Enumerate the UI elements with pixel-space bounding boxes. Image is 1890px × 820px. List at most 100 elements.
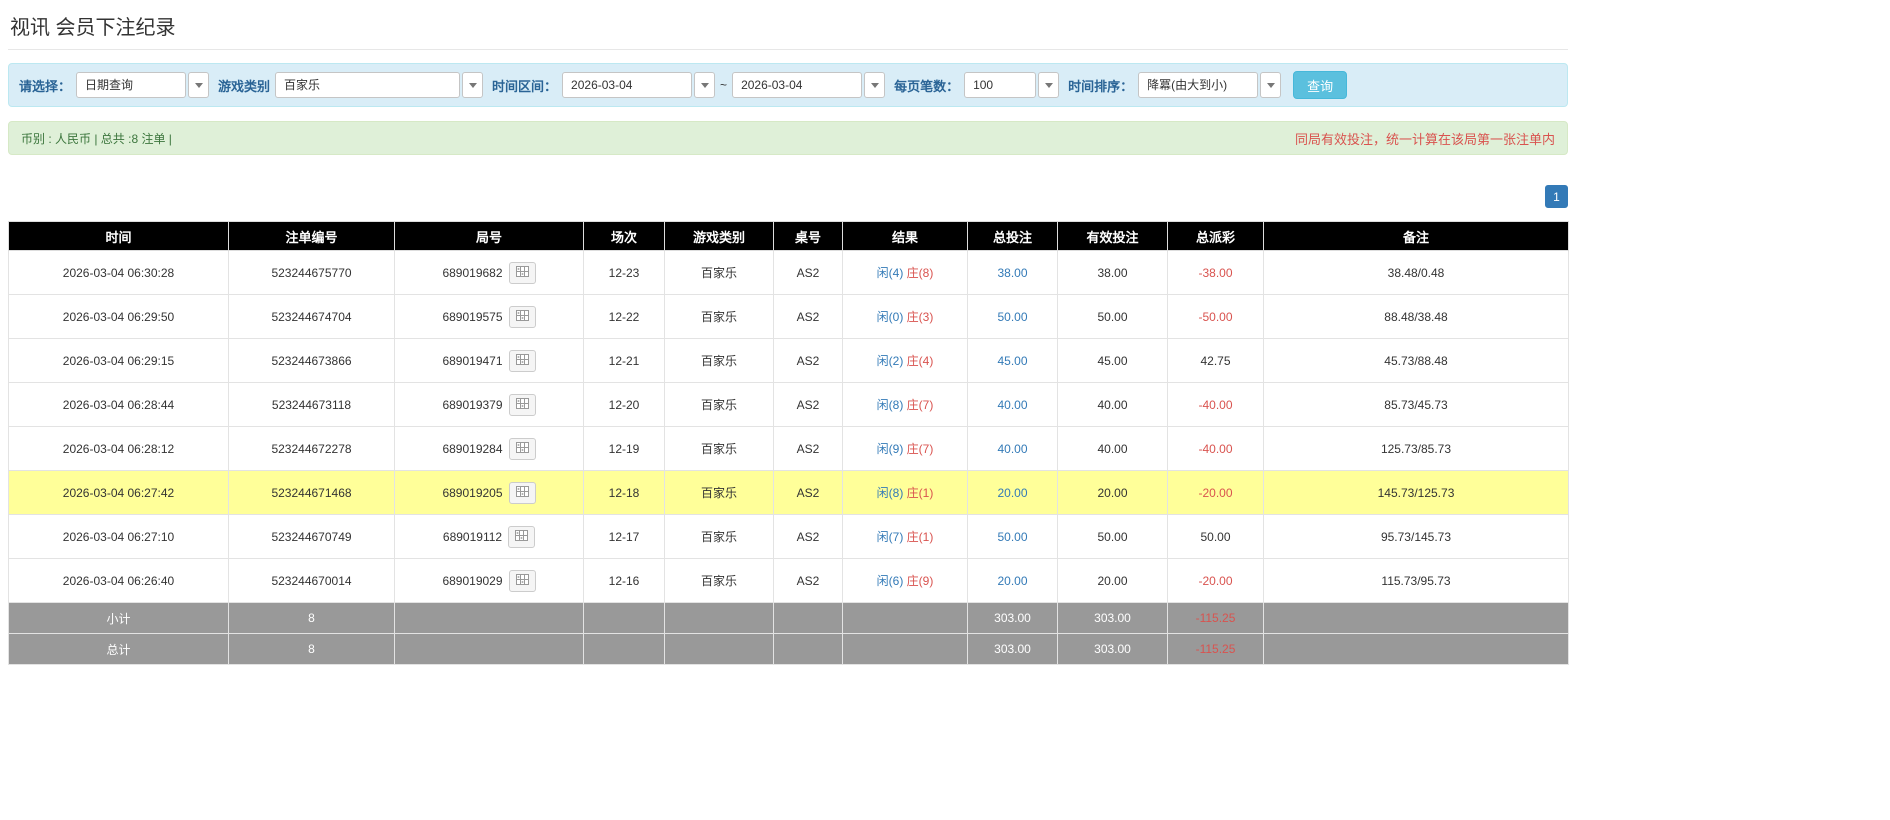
cell-game-type: 百家乐 (664, 558, 774, 603)
header-round-id: 局号 (394, 221, 584, 251)
cell-bet-id: 523244673118 (228, 382, 395, 427)
bet-records-table: 时间 注单编号 局号 场次 游戏类别 桌号 结果 总投注 有效投注 总派彩 备注… (8, 221, 1569, 665)
roadmap-icon (515, 573, 529, 588)
chevron-down-icon (468, 82, 477, 88)
banker-result: 庄(1) (906, 530, 934, 544)
empty-cell (394, 633, 584, 665)
roadmap-button[interactable] (508, 261, 536, 284)
header-bet-id: 注单编号 (228, 221, 395, 251)
cell-game-type: 百家乐 (664, 294, 774, 339)
roadmap-button[interactable] (508, 569, 536, 592)
page-content: 视讯 会员下注纪录 请选择： 日期查询 游戏类别 百家乐 时间区间： 2026-… (8, 0, 1569, 665)
time-sort-label: 时间排序： (1068, 78, 1134, 94)
roadmap-button[interactable] (508, 349, 536, 372)
roadmap-button[interactable] (508, 437, 536, 460)
empty-cell (773, 602, 843, 634)
subtotal-valid-bet: 303.00 (1057, 602, 1168, 634)
chevron-down-icon (870, 82, 879, 88)
roadmap-button[interactable] (508, 393, 536, 416)
cell-round-id: 689019575 (394, 294, 584, 339)
roadmap-icon (515, 353, 529, 368)
round-id-text: 689019112 (442, 529, 503, 544)
total-bet-link[interactable]: 20.00 (997, 486, 1027, 500)
payout-value: -40.00 (1198, 441, 1233, 456)
cell-table-no: AS2 (773, 250, 843, 295)
chevron-down-icon (1266, 82, 1275, 88)
empty-cell (394, 602, 584, 634)
date-from-dropdown-button[interactable] (694, 72, 716, 98)
cell-total-bet: 20.00 (967, 558, 1058, 603)
payout-value: -20.00 (1198, 485, 1233, 500)
cell-session: 12-17 (583, 514, 665, 559)
banker-result: 庄(1) (906, 486, 934, 500)
cell-session: 12-22 (583, 294, 665, 339)
header-time: 时间 (8, 221, 229, 251)
date-from-value[interactable]: 2026-03-04 (562, 72, 693, 98)
cell-result: 闲(2) 庄(4) (842, 338, 968, 383)
player-result: 闲(2) (876, 354, 904, 368)
cell-session: 12-18 (583, 470, 665, 515)
cell-time: 2026-03-04 06:30:28 (8, 250, 229, 295)
time-sort-value[interactable]: 降冪(由大到小) (1138, 72, 1259, 98)
total-total-bet: 303.00 (967, 633, 1058, 665)
round-id-text: 689019471 (442, 353, 503, 368)
cell-game-type: 百家乐 (664, 338, 774, 383)
date-range-separator: ~ (720, 78, 728, 92)
subtotal-payout: -115.25 (1167, 602, 1264, 634)
roadmap-icon (515, 441, 529, 456)
pagination: 1 (8, 185, 1568, 208)
cell-total-bet: 20.00 (967, 470, 1058, 515)
cell-valid-bet: 50.00 (1057, 294, 1168, 339)
total-bet-link[interactable]: 20.00 (997, 574, 1027, 588)
player-result: 闲(0) (876, 310, 904, 324)
cell-time: 2026-03-04 06:29:50 (8, 294, 229, 339)
search-button[interactable]: 查询 (1293, 71, 1348, 99)
cell-bet-id: 523244671468 (228, 470, 395, 515)
consolidation-note-text: 同局有效投注，统一计算在该局第一张注单内 (1294, 131, 1555, 147)
banker-result: 庄(9) (906, 574, 934, 588)
page-size-dropdown-button[interactable] (1038, 72, 1060, 98)
empty-cell (842, 602, 968, 634)
roadmap-icon (515, 485, 529, 500)
cell-payout: -40.00 (1167, 382, 1264, 427)
player-result: 闲(8) (876, 486, 904, 500)
round-id-text: 689019575 (442, 309, 503, 324)
select-type-value[interactable]: 日期查询 (76, 72, 187, 98)
total-bet-link[interactable]: 38.00 (997, 266, 1027, 280)
cell-game-type: 百家乐 (664, 514, 774, 559)
cell-result: 闲(0) 庄(3) (842, 294, 968, 339)
page-title: 视讯 会员下注纪录 (8, 0, 1568, 50)
roadmap-button[interactable] (508, 305, 536, 328)
roadmap-icon (515, 529, 529, 544)
total-bet-link[interactable]: 40.00 (997, 442, 1027, 456)
banker-result: 庄(4) (906, 354, 934, 368)
page-size-value[interactable]: 100 (964, 72, 1037, 98)
total-label: 总计 (8, 633, 229, 665)
date-to-dropdown-button[interactable] (864, 72, 886, 98)
select-type-dropdown-button[interactable] (188, 72, 210, 98)
page-button-1[interactable]: 1 (1545, 185, 1568, 208)
total-bet-link[interactable]: 50.00 (997, 310, 1027, 324)
total-bet-link[interactable]: 40.00 (997, 398, 1027, 412)
round-id-text: 689019682 (442, 265, 503, 280)
empty-cell (583, 602, 665, 634)
payout-value: 50.00 (1200, 529, 1231, 544)
roadmap-button[interactable] (508, 481, 536, 504)
cell-remark: 85.73/45.73 (1263, 382, 1569, 427)
game-type-value[interactable]: 百家乐 (275, 72, 461, 98)
cell-total-bet: 45.00 (967, 338, 1058, 383)
header-session: 场次 (583, 221, 665, 251)
payout-value: -50.00 (1198, 309, 1233, 324)
cell-round-id: 689019379 (394, 382, 584, 427)
date-to-value[interactable]: 2026-03-04 (732, 72, 863, 98)
time-sort-dropdown-button[interactable] (1260, 72, 1282, 98)
total-bet-link[interactable]: 50.00 (997, 530, 1027, 544)
roadmap-button[interactable] (508, 525, 536, 548)
cell-valid-bet: 38.00 (1057, 250, 1168, 295)
round-id-text: 689019379 (442, 397, 503, 412)
cell-bet-id: 523244674704 (228, 294, 395, 339)
cell-round-id: 689019112 (394, 514, 584, 559)
game-type-dropdown-button[interactable] (462, 72, 484, 98)
total-bet-link[interactable]: 45.00 (997, 354, 1027, 368)
cell-total-bet: 50.00 (967, 294, 1058, 339)
